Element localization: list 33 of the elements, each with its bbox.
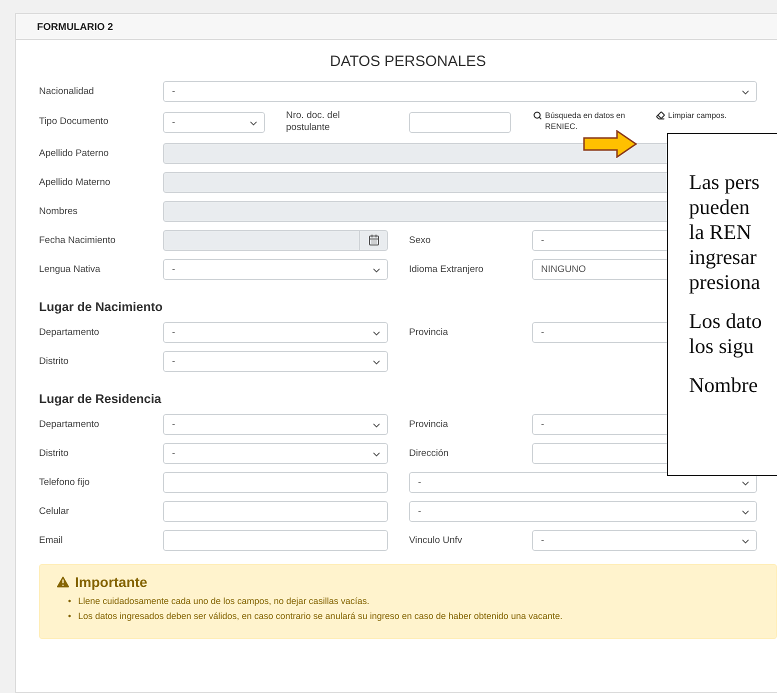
callout-text: Las pers <box>689 170 761 195</box>
callout-text: Nombre <box>689 373 759 398</box>
field-label: Provincia <box>409 418 450 430</box>
field-label: Dirección <box>409 448 450 459</box>
field-label: Nro. doc. del postulante <box>286 110 341 135</box>
field-label: Departamento <box>39 326 100 338</box>
bullet-mark: • <box>68 610 72 623</box>
alert-item: Llene cuidadosamente cada uno de los campos, no dejar casillas vacías. <box>78 594 370 608</box>
section-heading: Lugar de Residencia <box>39 392 162 406</box>
field-label: Telefono fijo <box>39 476 91 488</box>
alert-item: Los datos ingresados deben ser válidos, en caso contrario se anulará su ingreso en caso de haber obtenido una vacante. <box>78 610 562 623</box>
field-label: Lengua Nativa <box>39 264 102 275</box>
panel-title: FORMULARIO 2 <box>16 14 777 40</box>
field-label: Celular <box>39 506 70 517</box>
field-label: Sexo <box>409 234 432 246</box>
field-label: Apellido Paterno <box>39 148 110 159</box>
bullet-mark: • <box>68 594 72 608</box>
field-label: Distrito <box>39 356 70 367</box>
field-label: Vinculo Unfv <box>409 534 464 546</box>
field-label: Email <box>39 534 64 546</box>
field-label: Tipo Documento <box>39 116 110 129</box>
field-label: Idioma Extranjero <box>409 264 484 275</box>
section-heading: Lugar de Nacimiento <box>39 300 164 314</box>
field-label: Distrito <box>39 448 70 459</box>
alert-title: Importante <box>55 574 761 590</box>
field-label: Provincia <box>409 326 450 338</box>
callout-text: pueden <box>689 195 751 220</box>
section-title: DATOS PERSONALES <box>328 53 488 70</box>
field-label: Nacionalidad <box>39 86 95 97</box>
field-label: Departamento <box>39 418 100 430</box>
field-label: Nombres <box>39 206 79 217</box>
field-label: Fecha Nacimiento <box>39 234 117 246</box>
field-label: Apellido Materno <box>39 176 112 188</box>
